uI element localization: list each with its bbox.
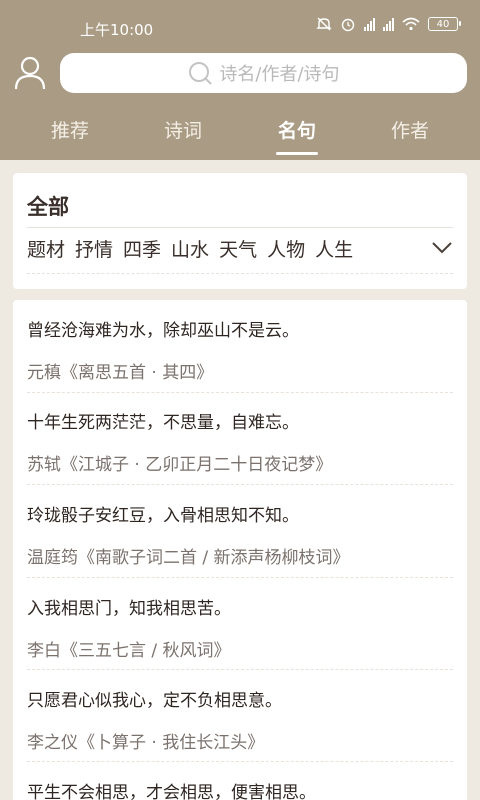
quote-item[interactable]: 平生不会相思，才会相思，便害相思。: [27, 778, 453, 800]
quote-item[interactable]: 只愿君心似我心，定不负相思意。 李之仪《卜算子 · 我住长江头》: [27, 686, 453, 753]
topic-option[interactable]: 山水: [171, 235, 209, 262]
active-tab-indicator: [276, 152, 318, 155]
status-time: 上午10:00: [80, 21, 154, 39]
quote-source: 苏轼《江城子 · 乙卯正月二十日夜记梦》: [27, 455, 333, 475]
filter-card: 全部 题材 抒情 四季 山水 天气 人物 人生: [13, 173, 467, 289]
quote-text: 入我相思门，知我相思苦。: [27, 599, 231, 619]
battery-icon: 40: [428, 17, 461, 31]
divider: [27, 227, 453, 228]
wifi-icon: [402, 17, 420, 31]
signal-icon-2: [383, 17, 394, 31]
status-bar: 上午10:00 40: [0, 0, 480, 52]
topic-option[interactable]: 天气: [219, 235, 257, 262]
quote-text: 平生不会相思，才会相思，便害相思。: [27, 783, 316, 800]
topic-option[interactable]: 人物: [267, 235, 305, 262]
status-icons: 40: [316, 16, 461, 32]
quote-list: 曾经沧海难为水，除却巫山不是云。 元稹《离思五首 · 其四》 十年生死两茫茫，不…: [13, 300, 467, 800]
search-input[interactable]: 诗名/作者/诗句: [60, 53, 467, 93]
alarm-icon: [341, 18, 355, 32]
quote-source: 元稹《离思五首 · 其四》: [27, 363, 214, 383]
quote-item[interactable]: 玲珑骰子安红豆，入骨相思知不知。 温庭筠《南歌子词二首 / 新添声杨柳枝词》: [27, 501, 453, 568]
tab-poems[interactable]: 诗词: [123, 116, 243, 143]
quote-text: 只愿君心似我心，定不负相思意。: [27, 691, 282, 711]
tab-famous-lines[interactable]: 名句: [237, 116, 357, 143]
divider: [27, 273, 453, 274]
divider: [27, 577, 453, 578]
tab-recommend[interactable]: 推荐: [10, 116, 130, 143]
search-icon: [189, 62, 213, 85]
divider: [27, 761, 453, 762]
divider: [27, 669, 453, 670]
category-tabs: 推荐 诗词 名句 作者: [0, 116, 480, 160]
quote-item[interactable]: 入我相思门，知我相思苦。 李白《三五七言 / 秋风词》: [27, 594, 453, 661]
quote-text: 十年生死两茫茫，不思量，自难忘。: [27, 413, 299, 433]
quote-text: 曾经沧海难为水，除却巫山不是云。: [27, 321, 299, 341]
divider: [27, 484, 453, 485]
filter-all[interactable]: 全部: [27, 191, 69, 221]
topic-label: 题材: [27, 239, 66, 261]
divider: [27, 392, 453, 393]
user-avatar-icon[interactable]: [14, 56, 46, 90]
chevron-down-icon[interactable]: [431, 239, 453, 255]
quote-item[interactable]: 曾经沧海难为水，除却巫山不是云。 元稹《离思五首 · 其四》: [27, 316, 453, 383]
topic-option[interactable]: 抒情: [75, 235, 113, 262]
quote-text: 玲珑骰子安红豆，入骨相思知不知。: [27, 506, 299, 526]
quote-item[interactable]: 十年生死两茫茫，不思量，自难忘。 苏轼《江城子 · 乙卯正月二十日夜记梦》: [27, 408, 453, 475]
quote-source: 温庭筠《南歌子词二首 / 新添声杨柳枝词》: [27, 548, 350, 568]
quote-source: 李之仪《卜算子 · 我住长江头》: [27, 733, 265, 753]
topic-option[interactable]: 四季: [123, 235, 161, 262]
topic-option[interactable]: 人生: [315, 235, 353, 262]
quote-source: 李白《三五七言 / 秋风词》: [27, 641, 231, 661]
topic-filter-row: 题材 抒情 四季 山水 天气 人物 人生: [27, 235, 353, 262]
search-placeholder: 诗名/作者/诗句: [219, 64, 340, 85]
signal-icon-1: [364, 17, 375, 31]
mute-icon: [316, 17, 332, 31]
app-header: 上午10:00 40 诗名/作者/诗句 推荐 诗词 名句 作者: [0, 0, 480, 160]
tab-authors[interactable]: 作者: [350, 116, 470, 143]
